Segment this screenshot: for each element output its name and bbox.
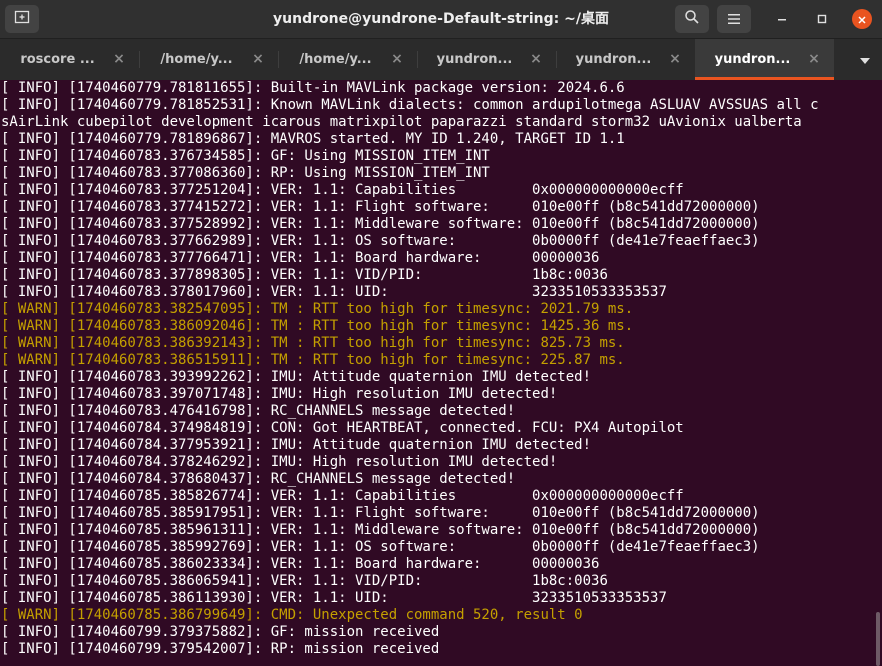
log-line: [ INFO] [1740460783.377251204]: VER: 1.1… [1,182,684,198]
log-line: [ INFO] [1740460784.378680437]: RC_CHANN… [1,471,516,487]
maximize-icon [816,10,828,29]
close-icon [857,10,867,29]
tab-list-dropdown-button[interactable] [848,39,882,80]
log-line: [ INFO] [1740460785.385917951]: VER: 1.1… [1,505,760,521]
log-line: [ INFO] [1740460785.386065941]: VER: 1.1… [1,573,608,589]
log-line: [ INFO] [1740460784.377953921]: IMU: Att… [1,437,592,453]
menu-button[interactable] [717,5,751,33]
log-line: [ INFO] [1740460783.377086360]: RP: Usin… [1,165,490,181]
tab-roscore[interactable]: roscore ... × [0,39,139,80]
log-line: sAirLink cubepilot development icarous m… [1,114,802,130]
log-line: [ INFO] [1740460785.385961311]: VER: 1.1… [1,522,760,538]
log-line: [ INFO] [1740460783.376734585]: GF: Usin… [1,148,490,164]
hamburger-menu-icon [727,10,741,29]
tab-home-1[interactable]: /home/y... × [139,39,278,80]
log-line: [ INFO] [1740460783.378017960]: VER: 1.1… [1,284,667,300]
log-line: [ INFO] [1740460783.476416798]: RC_CHANN… [1,403,516,419]
tab-close-icon[interactable]: × [250,51,266,67]
log-line: [ INFO] [1740460785.386023334]: VER: 1.1… [1,556,600,572]
tab-label: yundron... [714,52,791,67]
terminal-scrollbar[interactable] [874,80,882,666]
log-line: [ WARN] [1740460783.386515911]: TM : RTT… [1,352,625,368]
search-button[interactable] [675,5,709,33]
maximize-button[interactable] [812,9,832,29]
tab-label: yundron... [575,52,652,67]
tab-close-icon[interactable]: × [389,51,405,67]
log-line: [ INFO] [1740460779.781896867]: MAVROS s… [1,131,625,147]
terminal-output[interactable]: [ INFO] [1740460779.781811655]: Built-in… [0,80,874,666]
minimize-button[interactable] [772,9,792,29]
chevron-down-icon [859,50,871,69]
log-line: [ INFO] [1740460785.385992769]: VER: 1.1… [1,539,760,555]
log-line: [ INFO] [1740460779.781811655]: Built-in… [1,80,625,96]
log-line: [ INFO] [1740460785.386113930]: VER: 1.1… [1,590,667,606]
close-window-button[interactable] [852,9,872,29]
log-line: [ INFO] [1740460783.393992262]: IMU: Att… [1,369,592,385]
log-line: [ INFO] [1740460783.377766471]: VER: 1.1… [1,250,600,266]
window-titlebar: yundrone@yundrone-Default-string: ~/桌面 [0,0,882,39]
tab-close-icon[interactable]: × [111,51,127,67]
scrollbar-thumb[interactable] [876,612,880,666]
log-line: [ INFO] [1740460784.378246292]: IMU: Hig… [1,454,558,470]
log-line: [ INFO] [1740460785.385826774]: VER: 1.1… [1,488,684,504]
log-line: [ INFO] [1740460783.377528992]: VER: 1.1… [1,216,760,232]
log-line: [ INFO] [1740460783.377898305]: VER: 1.1… [1,267,608,283]
tab-label: roscore ... [20,52,95,67]
tab-yundrone-active[interactable]: yundron... × [695,39,834,80]
log-line: [ WARN] [1740460783.386092046]: TM : RTT… [1,318,634,334]
log-line: [ INFO] [1740460783.377415272]: VER: 1.1… [1,199,760,215]
log-line: [ INFO] [1740460784.374984819]: CON: Got… [1,420,684,436]
tab-yundrone-1[interactable]: yundron... × [417,39,556,80]
tab-label: yundron... [436,52,513,67]
tab-home-2[interactable]: /home/y... × [278,39,417,80]
minimize-icon [776,10,788,29]
log-line: [ INFO] [1740460783.377662989]: VER: 1.1… [1,233,760,249]
log-line: [ INFO] [1740460799.379375882]: GF: miss… [1,624,440,640]
search-icon [684,9,700,29]
log-line: [ WARN] [1740460785.386799649]: CMD: Une… [1,607,583,623]
tab-close-icon[interactable]: × [667,51,683,67]
tab-label: /home/y... [160,52,233,67]
tab-bar: roscore ... × /home/y... × /home/y... × … [0,39,882,80]
tab-label: /home/y... [299,52,372,67]
log-line: [ INFO] [1740460779.781852531]: Known MA… [1,97,819,113]
log-line: [ INFO] [1740460799.379542007]: RP: miss… [1,641,440,657]
tab-close-icon[interactable]: × [806,51,822,67]
log-line: [ INFO] [1740460783.397071748]: IMU: Hig… [1,386,558,402]
tab-close-icon[interactable]: × [528,51,544,67]
tab-yundrone-2[interactable]: yundron... × [556,39,695,80]
log-line: [ WARN] [1740460783.382547095]: TM : RTT… [1,301,634,317]
log-line: [ WARN] [1740460783.386392143]: TM : RTT… [1,335,625,351]
